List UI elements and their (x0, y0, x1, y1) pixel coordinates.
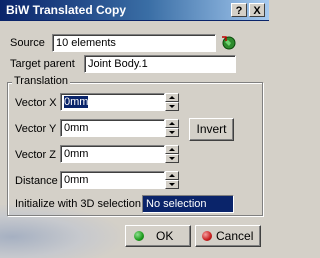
source-field[interactable]: 10 elements (52, 34, 216, 52)
arrow-down-icon (169, 157, 175, 160)
target-parent-field[interactable]: Joint Body.1 (84, 55, 236, 73)
distance-input[interactable]: 0mm (60, 171, 165, 189)
init-3d-selection-field[interactable]: No selection (142, 195, 234, 213)
translation-group-label: Translation (12, 75, 71, 87)
vector-x-spin-down[interactable] (165, 102, 179, 111)
vector-y-spin-down[interactable] (165, 128, 179, 137)
select-elements-icon[interactable] (220, 34, 236, 50)
cancel-label: Cancel (216, 229, 254, 243)
source-label: Source (10, 37, 45, 49)
vector-x-label: Vector X (15, 97, 57, 109)
arrow-up-icon (169, 96, 175, 99)
vector-z-spin-up[interactable] (165, 145, 179, 154)
vector-z-spinner[interactable] (165, 145, 179, 163)
vector-x-spinner[interactable] (165, 93, 179, 111)
vector-z-spin-down[interactable] (165, 154, 179, 163)
arrow-up-icon (169, 174, 175, 177)
ok-label: OK (156, 229, 174, 243)
arrow-down-icon (169, 183, 175, 186)
arrow-up-icon (169, 148, 175, 151)
vector-y-label: Vector Y (15, 123, 57, 135)
vector-x-value: 0mm (64, 96, 89, 108)
cancel-icon (202, 231, 212, 241)
arrow-up-icon (169, 122, 175, 125)
init-3d-selection-label: Initialize with 3D selection (15, 198, 141, 210)
help-button[interactable]: ? (231, 3, 247, 17)
ok-button[interactable]: OK (125, 225, 191, 247)
vector-y-spinner[interactable] (165, 119, 179, 137)
invert-button[interactable]: Invert (189, 118, 234, 141)
vector-z-label: Vector Z (15, 149, 56, 161)
arrow-down-icon (169, 131, 175, 134)
cancel-button[interactable]: Cancel (195, 225, 261, 247)
vector-y-spin-up[interactable] (165, 119, 179, 128)
ok-icon (134, 231, 144, 241)
close-button[interactable]: X (249, 3, 265, 17)
vector-x-spin-up[interactable] (165, 93, 179, 102)
vector-y-input[interactable]: 0mm (60, 119, 165, 137)
window-title: BiW Translated Copy (6, 3, 127, 17)
vector-x-input[interactable]: 0mm (60, 93, 165, 111)
distance-label: Distance (15, 175, 58, 187)
target-parent-label: Target parent (10, 58, 75, 70)
vector-z-input[interactable]: 0mm (60, 145, 165, 163)
distance-spin-up[interactable] (165, 171, 179, 180)
distance-spinner[interactable] (165, 171, 179, 189)
distance-spin-down[interactable] (165, 180, 179, 189)
arrow-down-icon (169, 105, 175, 108)
